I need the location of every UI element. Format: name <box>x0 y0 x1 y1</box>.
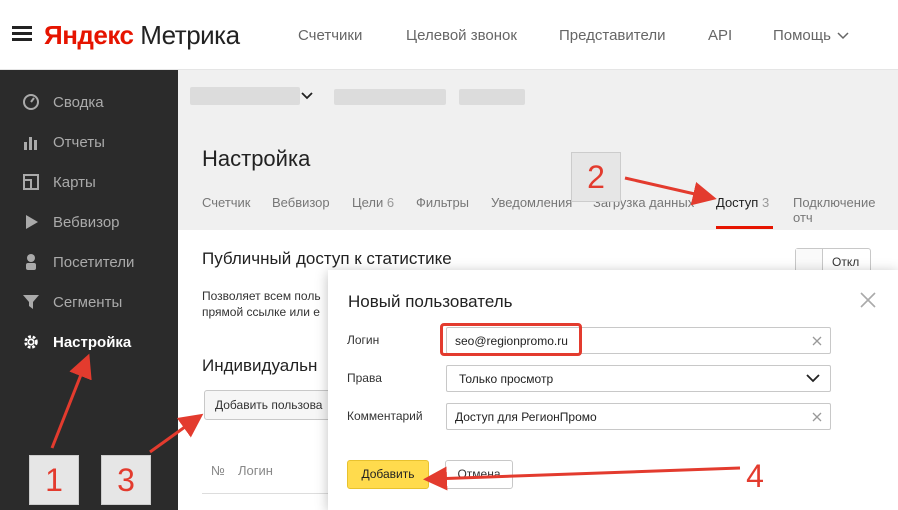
gear-icon <box>22 333 40 351</box>
annotation-step-2: 2 <box>571 152 621 202</box>
sidebar-item-label: Отчеты <box>53 133 105 151</box>
sidebar-item-label: Вебвизор <box>53 213 120 231</box>
play-icon <box>22 213 40 231</box>
annotation-step-4: 4 <box>746 458 764 494</box>
filter-icon <box>22 293 40 311</box>
chevron-down-icon <box>806 374 820 383</box>
tab-count: 3 <box>761 195 770 210</box>
map-icon <box>22 173 40 191</box>
sidebar-item-reports[interactable]: Отчеты <box>0 122 178 162</box>
annotation-step-1: 1 <box>29 455 79 505</box>
logo[interactable]: Яндекс Метрика <box>44 20 240 51</box>
login-label: Логин <box>347 333 380 347</box>
tab-label: Доступ <box>716 195 759 210</box>
tab-label: Вебвизор <box>272 195 330 210</box>
menu-icon[interactable] <box>12 26 32 42</box>
add-button[interactable]: Добавить <box>347 460 429 489</box>
sidebar: Сводка Отчеты Карты Вебвизор Посетители … <box>0 70 178 510</box>
tab-label: Счетчик <box>202 195 251 210</box>
gauge-icon <box>22 93 40 111</box>
user-icon <box>22 253 40 271</box>
bar-chart-icon <box>22 133 40 151</box>
rights-value: Только просмотр <box>459 372 554 386</box>
top-bar: Яндекс Метрика Счетчики Целевой звонок П… <box>0 0 898 70</box>
modal-title: Новый пользователь <box>348 292 513 311</box>
nav-help-label: Помощь <box>773 27 831 44</box>
tab-label: Фильтры <box>416 195 470 210</box>
tab-count: 6 <box>386 195 395 210</box>
page-title: Настройка <box>202 146 311 171</box>
tab-webvisor[interactable]: Вебвизор <box>272 195 330 210</box>
nav-api[interactable]: API <box>708 27 732 44</box>
add-user-button[interactable]: Добавить пользова <box>204 390 334 420</box>
tab-label: Уведомления <box>491 195 573 210</box>
redacted-counter-name <box>190 87 300 105</box>
login-highlight <box>440 323 582 356</box>
column-header-number: № <box>211 463 225 478</box>
sidebar-item-label: Настройка <box>53 333 132 351</box>
tab-notifications[interactable]: Уведомления <box>491 195 572 210</box>
chevron-down-icon <box>837 32 849 40</box>
tab-access[interactable]: Доступ 3 <box>716 195 769 210</box>
tab-label: Подключение отч <box>793 195 876 225</box>
rights-select[interactable]: Только просмотр <box>446 365 831 392</box>
clear-icon[interactable] <box>810 410 824 424</box>
public-access-title: Публичный доступ к статистике <box>202 249 452 268</box>
logo-metrika: Метрика <box>140 20 240 50</box>
nav-help[interactable]: Помощь <box>773 27 849 44</box>
sidebar-item-label: Сегменты <box>53 293 123 311</box>
sidebar-item-label: Карты <box>53 173 96 191</box>
nav-call-tracking[interactable]: Целевой звонок <box>406 27 517 44</box>
rights-label: Права <box>347 371 382 385</box>
redacted-counter-id <box>334 89 446 105</box>
logo-yandex: Яндекс <box>44 20 134 50</box>
new-user-modal: Новый пользователь Логин seo@regionpromo… <box>328 270 898 510</box>
comment-field[interactable]: Доступ для РегионПромо <box>446 403 831 430</box>
sidebar-item-segments[interactable]: Сегменты <box>0 282 178 322</box>
cancel-button[interactable]: Отмена <box>445 460 513 489</box>
sidebar-item-visitors[interactable]: Посетители <box>0 242 178 282</box>
tab-filters[interactable]: Фильтры <box>416 195 469 210</box>
column-header-login: Логин <box>238 463 273 478</box>
sidebar-item-settings[interactable]: Настройка <box>0 322 178 362</box>
nav-counters[interactable]: Счетчики <box>298 27 362 44</box>
sidebar-item-webvisor[interactable]: Вебвизор <box>0 202 178 242</box>
sidebar-item-maps[interactable]: Карты <box>0 162 178 202</box>
tab-counter[interactable]: Счетчик <box>202 195 251 210</box>
nav-representatives[interactable]: Представители <box>559 27 665 44</box>
tab-goals[interactable]: Цели 6 <box>352 195 394 210</box>
active-tab-indicator <box>716 226 773 229</box>
comment-value: Доступ для РегионПромо <box>455 410 597 424</box>
sidebar-item-label: Сводка <box>53 93 104 111</box>
sidebar-item-summary[interactable]: Сводка <box>0 82 178 122</box>
tab-label: Цели <box>352 195 384 210</box>
public-access-text-2: прямой ссылке или е <box>202 305 320 319</box>
close-icon[interactable] <box>858 290 878 310</box>
individual-access-title: Индивидуальн <box>202 356 318 375</box>
sidebar-item-label: Посетители <box>53 253 135 271</box>
redacted-counter-site <box>459 89 525 105</box>
toggle-label: Откл <box>832 255 860 269</box>
tab-report-connection[interactable]: Подключение отч <box>793 195 898 225</box>
chevron-down-icon[interactable] <box>301 92 313 100</box>
clear-icon[interactable] <box>810 334 824 348</box>
table-header-divider <box>202 493 328 494</box>
comment-label: Комментарий <box>347 409 423 423</box>
annotation-step-3: 3 <box>101 455 151 505</box>
